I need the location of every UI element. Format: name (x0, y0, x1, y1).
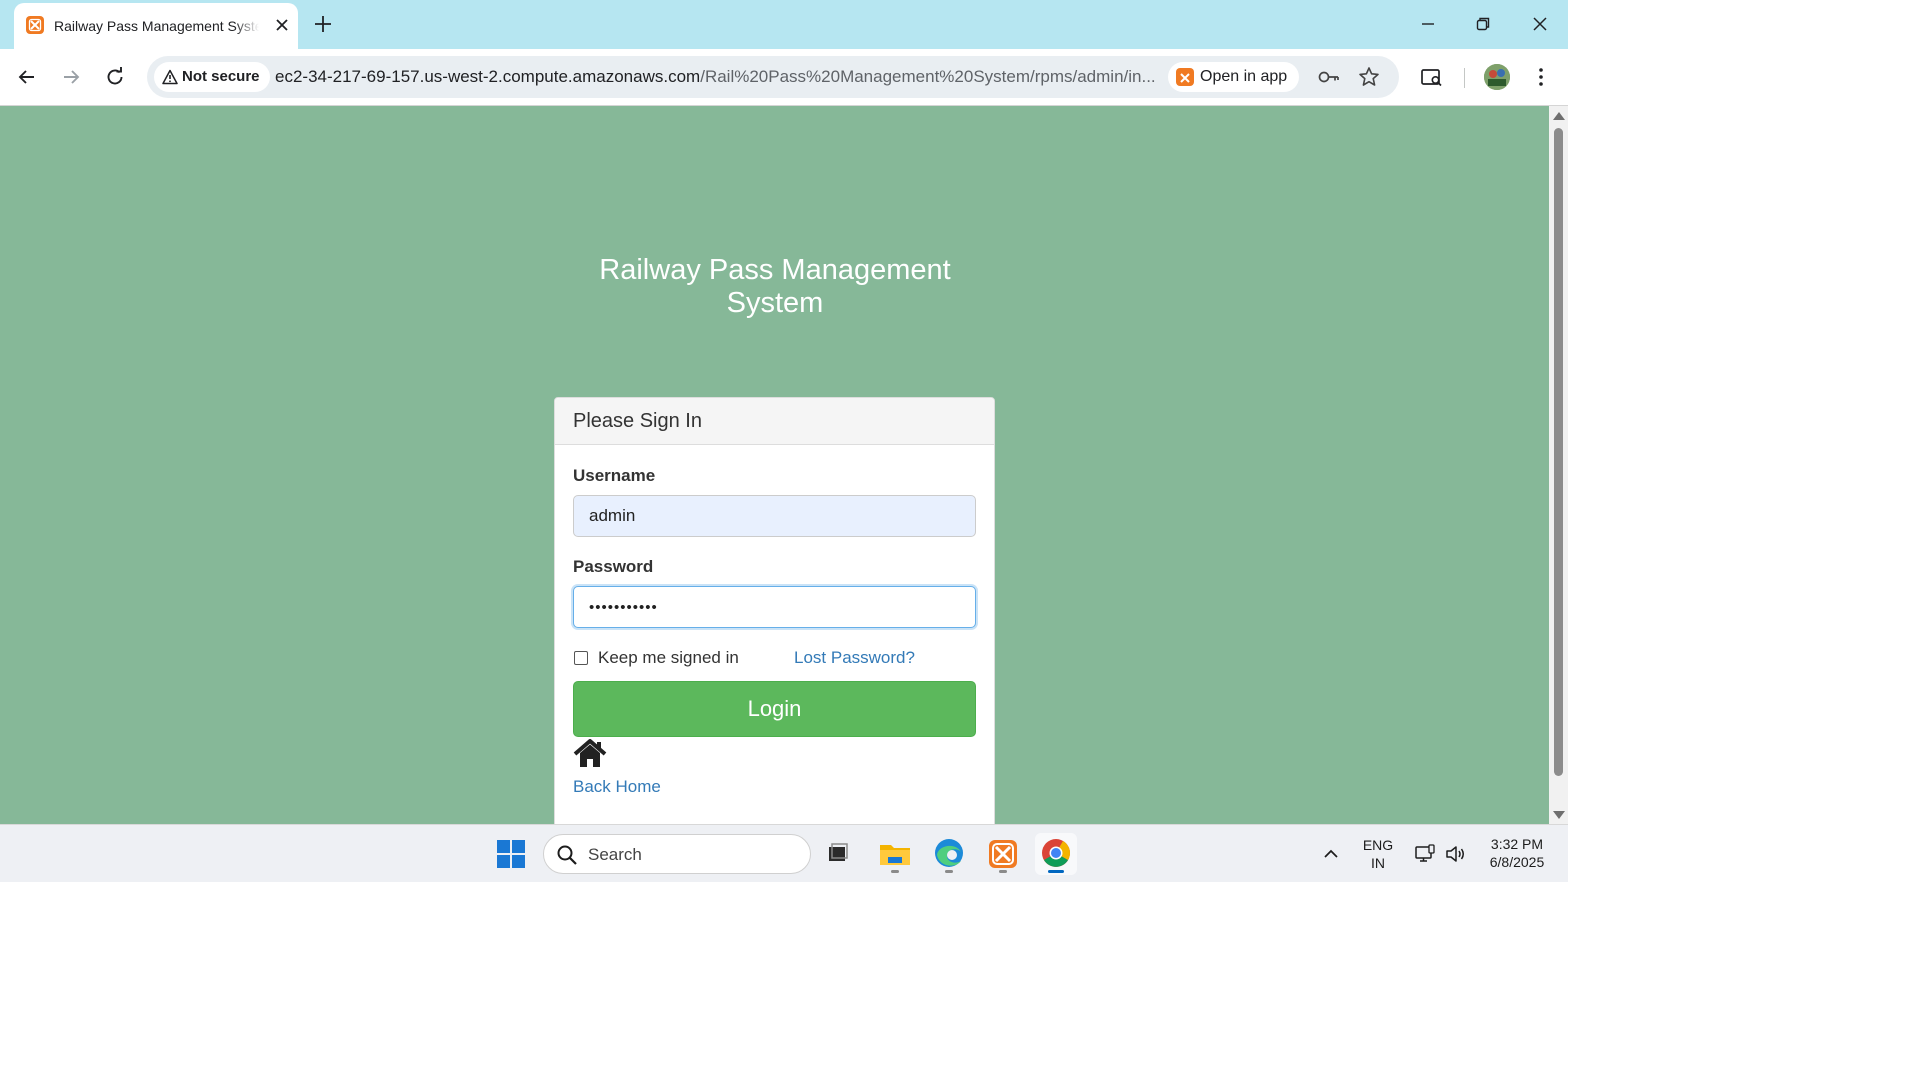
scrollbar-thumb[interactable] (1554, 128, 1563, 776)
close-window-icon[interactable] (1526, 10, 1554, 38)
restore-window-icon[interactable] (1469, 10, 1497, 38)
active-indicator (1048, 870, 1064, 873)
minimize-window-icon[interactable] (1414, 10, 1442, 38)
warning-triangle-icon (162, 69, 178, 85)
password-key-icon[interactable] (1317, 65, 1341, 89)
language-indicator[interactable]: ENG IN (1360, 836, 1396, 872)
clock-time: 3:32 PM (1490, 836, 1544, 852)
open-in-app-label: Open in app (1200, 68, 1288, 85)
password-label: Password (573, 557, 654, 576)
keep-signed-in-checkbox[interactable] (574, 651, 588, 665)
taskbar-edge[interactable] (928, 833, 970, 875)
url-text[interactable]: ec2-34-217-69-157.us-west-2.compute.amaz… (275, 67, 1155, 87)
password-masked-value: ••••••••••• (589, 599, 658, 616)
page-scrollbar[interactable] (1549, 106, 1568, 824)
network-icon[interactable] (1413, 842, 1437, 866)
security-label: Not secure (182, 68, 260, 85)
new-tab-icon[interactable] (312, 13, 334, 35)
tab-search-icon[interactable] (1418, 63, 1446, 91)
show-hidden-icons-chevron-icon[interactable] (1320, 843, 1342, 865)
browser-toolbar: Not secure ec2-34-217-69-157.us-west-2.c… (0, 49, 1568, 106)
taskbar-file-explorer[interactable] (874, 833, 916, 875)
start-button[interactable] (490, 833, 532, 875)
edge-browser-icon (935, 839, 963, 867)
login-panel: Please Sign In Username admin Password •… (554, 397, 995, 824)
browser-menu-icon[interactable] (1527, 63, 1555, 91)
password-input[interactable]: ••••••••••• (573, 586, 976, 628)
panel-title: Please Sign In (573, 410, 702, 432)
back-arrow-icon[interactable] (13, 63, 41, 91)
url-host: ec2-34-217-69-157.us-west-2.compute.amaz… (275, 67, 701, 86)
scroll-down-arrow-icon[interactable] (1553, 811, 1565, 819)
security-chip[interactable]: Not secure (154, 62, 270, 92)
address-bar[interactable]: Not secure ec2-34-217-69-157.us-west-2.c… (147, 56, 1399, 98)
reload-icon[interactable] (101, 63, 129, 91)
tab-close-icon[interactable] (272, 15, 292, 35)
profile-avatar[interactable] (1484, 64, 1510, 90)
xampp-icon (989, 840, 1017, 868)
username-label: Username (573, 466, 656, 485)
task-view-icon (829, 843, 848, 861)
language-code: ENG (1362, 837, 1394, 853)
taskbar-search-box[interactable]: Search (543, 834, 811, 874)
open-in-app-button[interactable]: Open in app (1168, 62, 1300, 92)
taskbar-search-label: Search (588, 845, 642, 864)
page-viewport: Railway Pass Management System Please Si… (0, 106, 1549, 824)
taskbar-chrome[interactable] (1035, 833, 1077, 875)
windows-logo-icon (497, 840, 525, 868)
xampp-app-icon (1176, 68, 1194, 86)
forward-arrow-icon[interactable] (57, 63, 85, 91)
volume-icon[interactable] (1443, 842, 1467, 866)
toolbar-separator (1464, 68, 1465, 88)
login-button[interactable]: Login (573, 681, 976, 737)
running-indicator (999, 870, 1007, 873)
tab-title: Railway Pass Management System (54, 18, 259, 34)
home-icon[interactable] (573, 739, 607, 769)
bookmark-star-icon[interactable] (1357, 65, 1381, 89)
language-region: IN (1371, 855, 1385, 871)
panel-heading: Please Sign In (555, 398, 994, 445)
clock-date: 6/8/2025 (1489, 854, 1545, 870)
running-indicator (945, 870, 953, 873)
clock[interactable]: 3:32 PM 6/8/2025 (1478, 835, 1556, 871)
chrome-browser-icon (1042, 839, 1070, 867)
scroll-up-arrow-icon[interactable] (1553, 112, 1565, 120)
keep-signed-in-label[interactable]: Keep me signed in (598, 648, 739, 668)
back-home-link[interactable]: Back Home (573, 777, 661, 797)
page-title: Railway Pass Management System (599, 254, 951, 319)
url-path: /Rail%20Pass%20Management%20System/rpms/… (700, 67, 1155, 86)
lost-password-link[interactable]: Lost Password? (794, 648, 915, 668)
search-icon (557, 845, 577, 865)
folder-icon (880, 845, 910, 865)
running-indicator (891, 870, 899, 873)
browser-tab-active[interactable]: Railway Pass Management System (14, 3, 298, 49)
task-view-button[interactable] (817, 833, 859, 875)
windows-taskbar: Search ENG IN 3:32 PM 6/8/2025 (0, 824, 1568, 882)
taskbar-xampp[interactable] (982, 833, 1024, 875)
username-input[interactable]: admin (573, 495, 976, 537)
browser-tab-strip: Railway Pass Management System (0, 0, 1568, 49)
xampp-favicon-icon (26, 16, 44, 34)
